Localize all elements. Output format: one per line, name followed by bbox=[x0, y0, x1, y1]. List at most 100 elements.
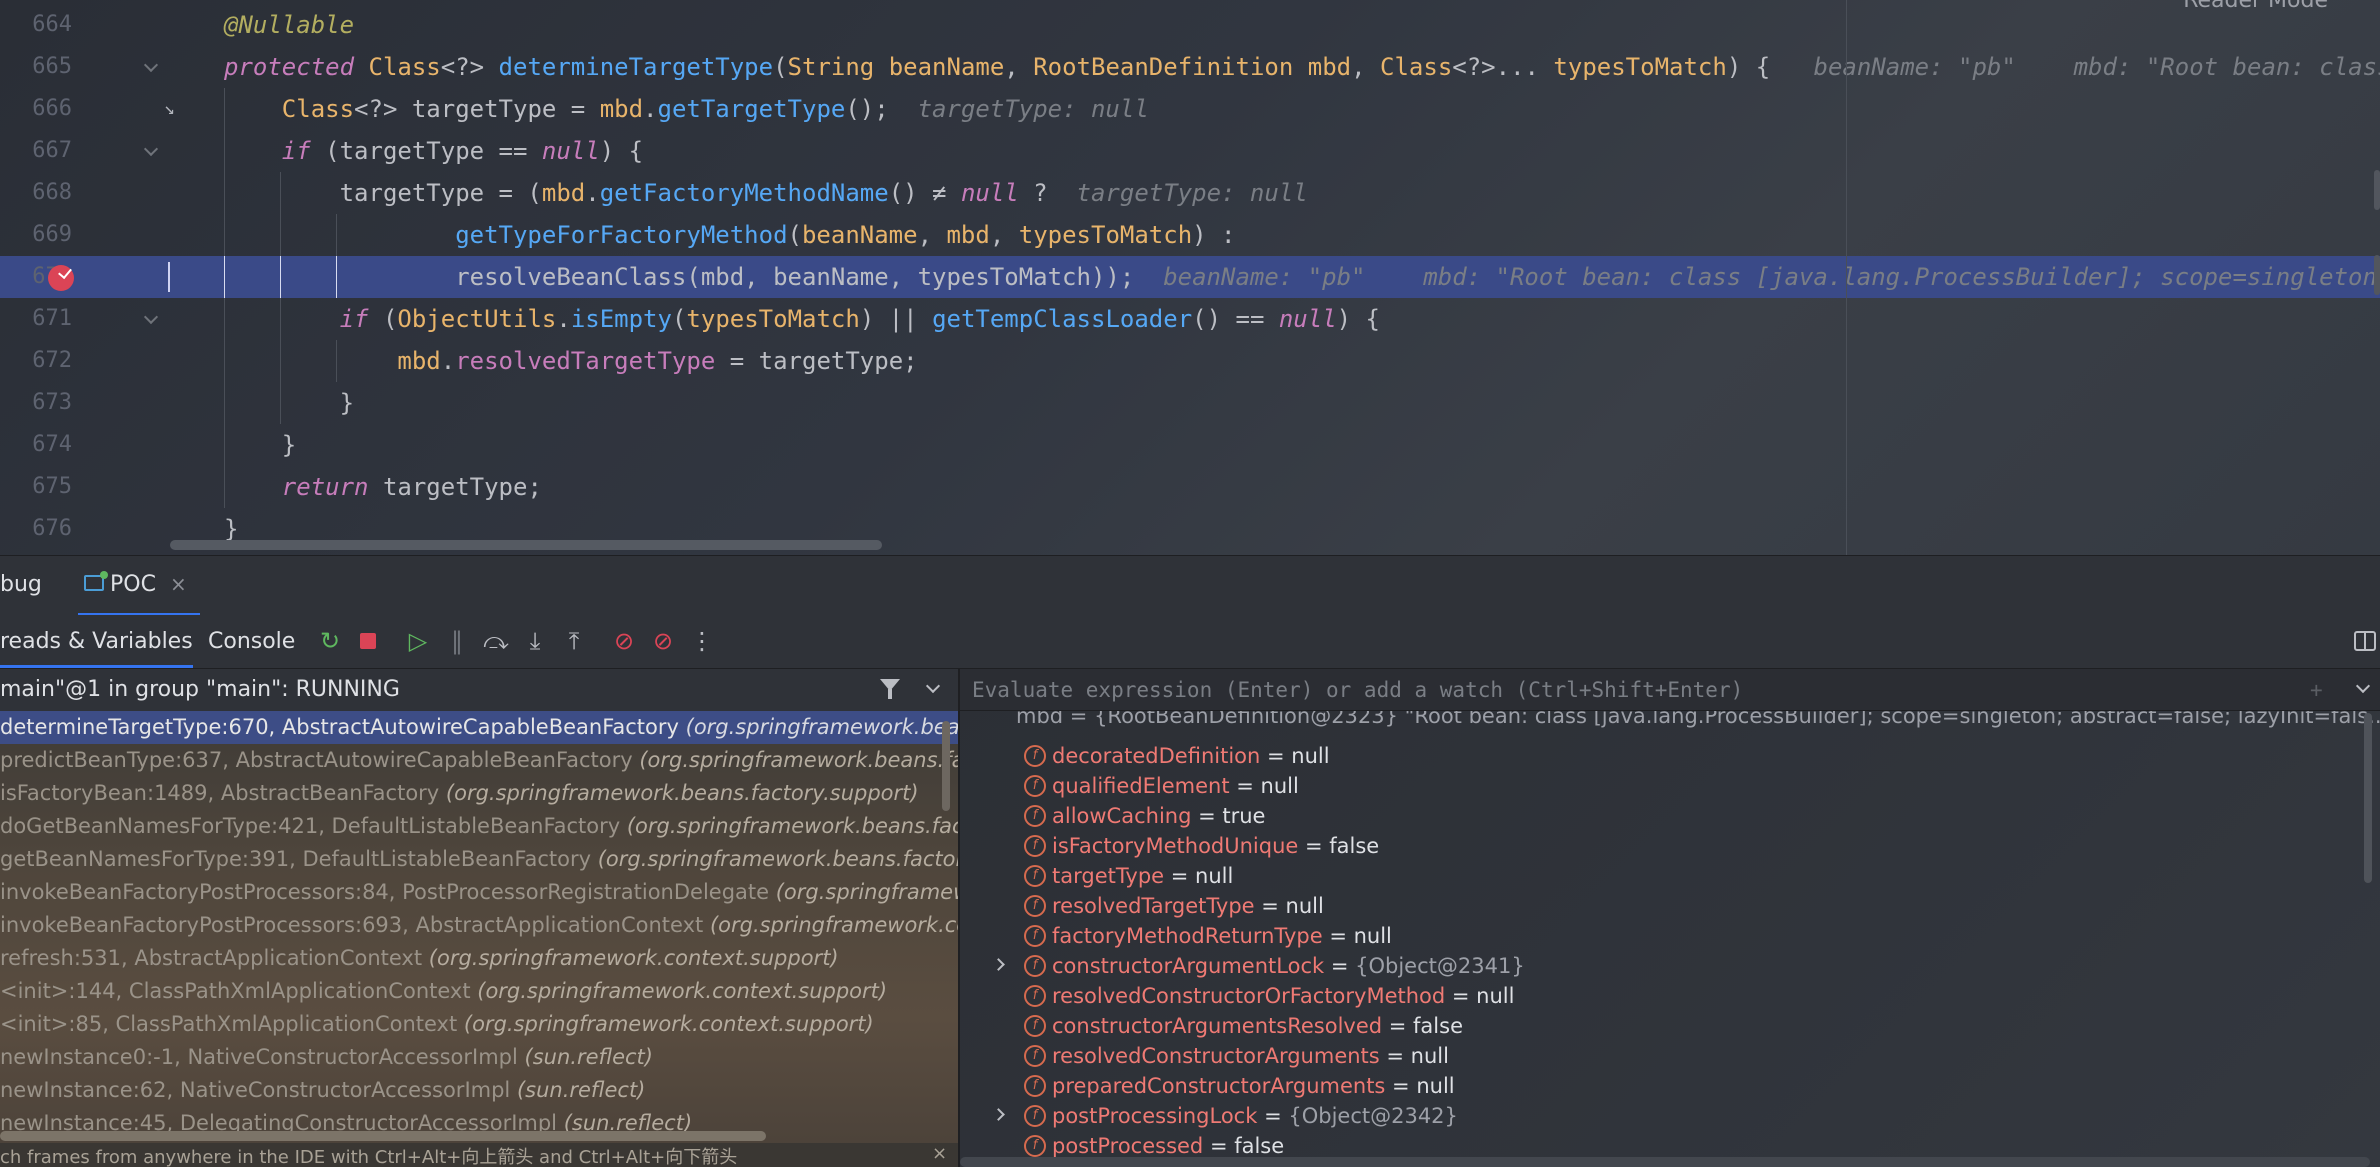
line-number[interactable]: 667 bbox=[0, 130, 72, 172]
variable-row[interactable]: f decoratedDefinition = null bbox=[960, 741, 2380, 771]
stack-frame[interactable]: doGetBeanNamesForType:421, DefaultListab… bbox=[0, 810, 958, 843]
chevron-down-icon[interactable] bbox=[2355, 678, 2371, 694]
frame-package: (org.springframework.beans.factory.suppo… bbox=[685, 715, 958, 739]
editor-horizontal-scrollbar[interactable] bbox=[170, 540, 882, 550]
tab-threads-variables[interactable]: reads & Variables bbox=[0, 629, 193, 668]
stack-frame[interactable]: predictBeanType:637, AbstractAutowireCap… bbox=[0, 744, 958, 777]
line-number[interactable]: 672 bbox=[0, 340, 72, 382]
line-number[interactable]: 668 bbox=[0, 172, 72, 214]
code-line[interactable]: 670 resolveBeanClass(mbd, beanName, type… bbox=[0, 256, 2380, 298]
line-number[interactable]: 665 bbox=[0, 46, 72, 88]
editor-scroll-marker[interactable] bbox=[2374, 170, 2380, 210]
more-icon[interactable]: ⋮ bbox=[688, 627, 716, 655]
mute-breakpoints-icon[interactable]: ⊘ bbox=[649, 627, 677, 655]
fold-chevron-icon[interactable] bbox=[144, 60, 158, 74]
variable-value: = true bbox=[1191, 804, 1266, 828]
frame-method: refresh:531, AbstractApplicationContext bbox=[0, 946, 429, 970]
frames-horizontal-scrollbar[interactable] bbox=[0, 1131, 766, 1141]
code-token: . bbox=[585, 179, 600, 207]
stack-frame[interactable]: newInstance:62, NativeConstructorAccesso… bbox=[0, 1074, 958, 1107]
frame-package: (org.springframework.beans.factory.suppo… bbox=[626, 814, 958, 838]
stack-frame[interactable]: invokeBeanFactoryPostProcessors:693, Abs… bbox=[0, 909, 958, 942]
line-number[interactable]: 673 bbox=[0, 382, 72, 424]
variable-row[interactable]: f resolvedConstructorOrFactoryMethod = nu… bbox=[960, 981, 2380, 1011]
code-line[interactable]: 673 } bbox=[0, 382, 2380, 424]
variable-row[interactable]: f factoryMethodReturnType = null bbox=[960, 921, 2380, 951]
code-token: <?> targetType = bbox=[354, 95, 600, 123]
layout-settings-icon[interactable] bbox=[2354, 631, 2376, 651]
code-line[interactable]: 668 targetType = (mbd.getFactoryMethodNa… bbox=[0, 172, 2380, 214]
variable-row[interactable]: f allowCaching = true bbox=[960, 801, 2380, 831]
code-line[interactable]: 674 } bbox=[0, 424, 2380, 466]
add-watch-icon[interactable]: + bbox=[2310, 669, 2323, 711]
chevron-right-icon[interactable] bbox=[992, 1108, 1005, 1121]
line-number[interactable]: 664 bbox=[0, 4, 72, 46]
fold-chevron-icon[interactable] bbox=[144, 144, 158, 158]
line-number[interactable]: 674 bbox=[0, 424, 72, 466]
variable-row[interactable]: f constructorArgumentsResolved = false bbox=[960, 1011, 2380, 1041]
close-icon[interactable]: × bbox=[170, 572, 187, 596]
step-out-icon[interactable]: ⤒ bbox=[560, 627, 588, 655]
line-number[interactable]: 675 bbox=[0, 466, 72, 508]
variables-panel[interactable]: mbd = {RootBeanDefinition@2323} "Root be… bbox=[960, 669, 2380, 1167]
stack-frame[interactable]: getBeanNamesForType:391, DefaultListable… bbox=[0, 843, 958, 876]
stop-icon[interactable] bbox=[354, 627, 382, 655]
variable-row[interactable]: f qualifiedElement = null bbox=[960, 771, 2380, 801]
frame-method: doGetBeanNamesForType:421, DefaultListab… bbox=[0, 814, 627, 838]
thread-selector[interactable]: main"@1 in group "main": RUNNING bbox=[0, 669, 958, 711]
tab-console[interactable]: Console bbox=[208, 629, 295, 654]
frames-panel[interactable]: main"@1 in group "main": RUNNING determi… bbox=[0, 669, 958, 1167]
code-line[interactable]: 669 getTypeForFactoryMethod(beanName, mb… bbox=[0, 214, 2380, 256]
variables-horizontal-scrollbar[interactable] bbox=[960, 1157, 2370, 1167]
stack-frame[interactable]: refresh:531, AbstractApplicationContext … bbox=[0, 942, 958, 975]
step-over-icon[interactable]: ⤼ bbox=[482, 627, 510, 655]
step-into-icon[interactable]: ⤓ bbox=[521, 627, 549, 655]
code-line[interactable]: 671 if (ObjectUtils.isEmpty(typesToMatch… bbox=[0, 298, 2380, 340]
code-token: null bbox=[960, 179, 1019, 207]
variable-row[interactable]: f isFactoryMethodUnique = false bbox=[960, 831, 2380, 861]
tab-poc[interactable]: POC × bbox=[78, 556, 200, 616]
stack-frame[interactable]: newInstance0:-1, NativeConstructorAccess… bbox=[0, 1041, 958, 1074]
variable-row[interactable]: f constructorArgumentLock = {Object@2341} bbox=[960, 951, 2380, 981]
code-line[interactable]: 667 if (targetType == null) { bbox=[0, 130, 2380, 172]
filter-icon[interactable] bbox=[880, 677, 902, 701]
code-line[interactable]: 672 mbd.resolvedTargetType = targetType; bbox=[0, 340, 2380, 382]
code-token: ) || bbox=[859, 305, 933, 333]
view-breakpoints-icon[interactable]: ⊘ bbox=[610, 627, 638, 655]
pause-icon[interactable]: ‖ bbox=[443, 627, 471, 655]
code-editor[interactable]: Reader Mode 664 @Nullable 665 protected Cla… bbox=[0, 0, 2380, 555]
variable-entry: isFactoryMethodUnique = false bbox=[1052, 831, 1379, 861]
code-token: targetType: null bbox=[1076, 179, 1308, 207]
stack-frame[interactable]: determineTargetType:670, AbstractAutowir… bbox=[0, 711, 958, 744]
chevron-down-icon[interactable] bbox=[925, 678, 941, 694]
stack-frame[interactable]: invokeBeanFactoryPostProcessors:84, Post… bbox=[0, 876, 958, 909]
chevron-right-icon[interactable] bbox=[992, 958, 1005, 971]
line-number[interactable]: 671 bbox=[0, 298, 72, 340]
code-line[interactable]: 665 protected Class<?> determineTargetTyp… bbox=[0, 46, 2380, 88]
variable-row[interactable]: f postProcessingLock = {Object@2342} bbox=[960, 1101, 2380, 1131]
variable-row[interactable]: f resolvedConstructorArguments = null bbox=[960, 1041, 2380, 1071]
resume-icon[interactable]: ▷ bbox=[404, 627, 432, 655]
stack-frame[interactable]: <init>:144, ClassPathXmlApplicationConte… bbox=[0, 975, 958, 1008]
rerun-icon[interactable]: ↻ bbox=[316, 627, 344, 655]
evaluate-expression-input[interactable]: Evaluate expression (Enter) or add a wat… bbox=[960, 669, 2380, 711]
code-line[interactable]: 664 @Nullable bbox=[0, 4, 2380, 46]
close-icon[interactable]: × bbox=[932, 1143, 947, 1164]
variable-row[interactable]: f resolvedTargetType = null bbox=[960, 891, 2380, 921]
code-line[interactable]: 675 return targetType; bbox=[0, 466, 2380, 508]
variable-entry: constructorArgumentsResolved = false bbox=[1052, 1011, 1463, 1041]
code-line[interactable]: 666 ↘ Class<?> targetType = mbd.getTarget… bbox=[0, 88, 2380, 130]
code-token: targetType: null bbox=[917, 95, 1149, 123]
fold-chevron-icon[interactable] bbox=[144, 312, 158, 326]
variable-row[interactable]: f preparedConstructorArguments = null bbox=[960, 1071, 2380, 1101]
line-number[interactable]: 666 bbox=[0, 88, 72, 130]
editor-scroll-marker[interactable] bbox=[2374, 255, 2380, 295]
line-number[interactable]: 669 bbox=[0, 214, 72, 256]
breakpoint-icon[interactable] bbox=[48, 265, 74, 291]
variables-vertical-scrollbar[interactable] bbox=[2364, 713, 2372, 883]
line-number[interactable]: 676 bbox=[0, 508, 72, 550]
variable-row[interactable]: f targetType = null bbox=[960, 861, 2380, 891]
stack-frame[interactable]: isFactoryBean:1489, AbstractBeanFactory … bbox=[0, 777, 958, 810]
stack-frame[interactable]: <init>:85, ClassPathXmlApplicationContex… bbox=[0, 1008, 958, 1041]
frames-vertical-scrollbar[interactable] bbox=[942, 721, 950, 811]
